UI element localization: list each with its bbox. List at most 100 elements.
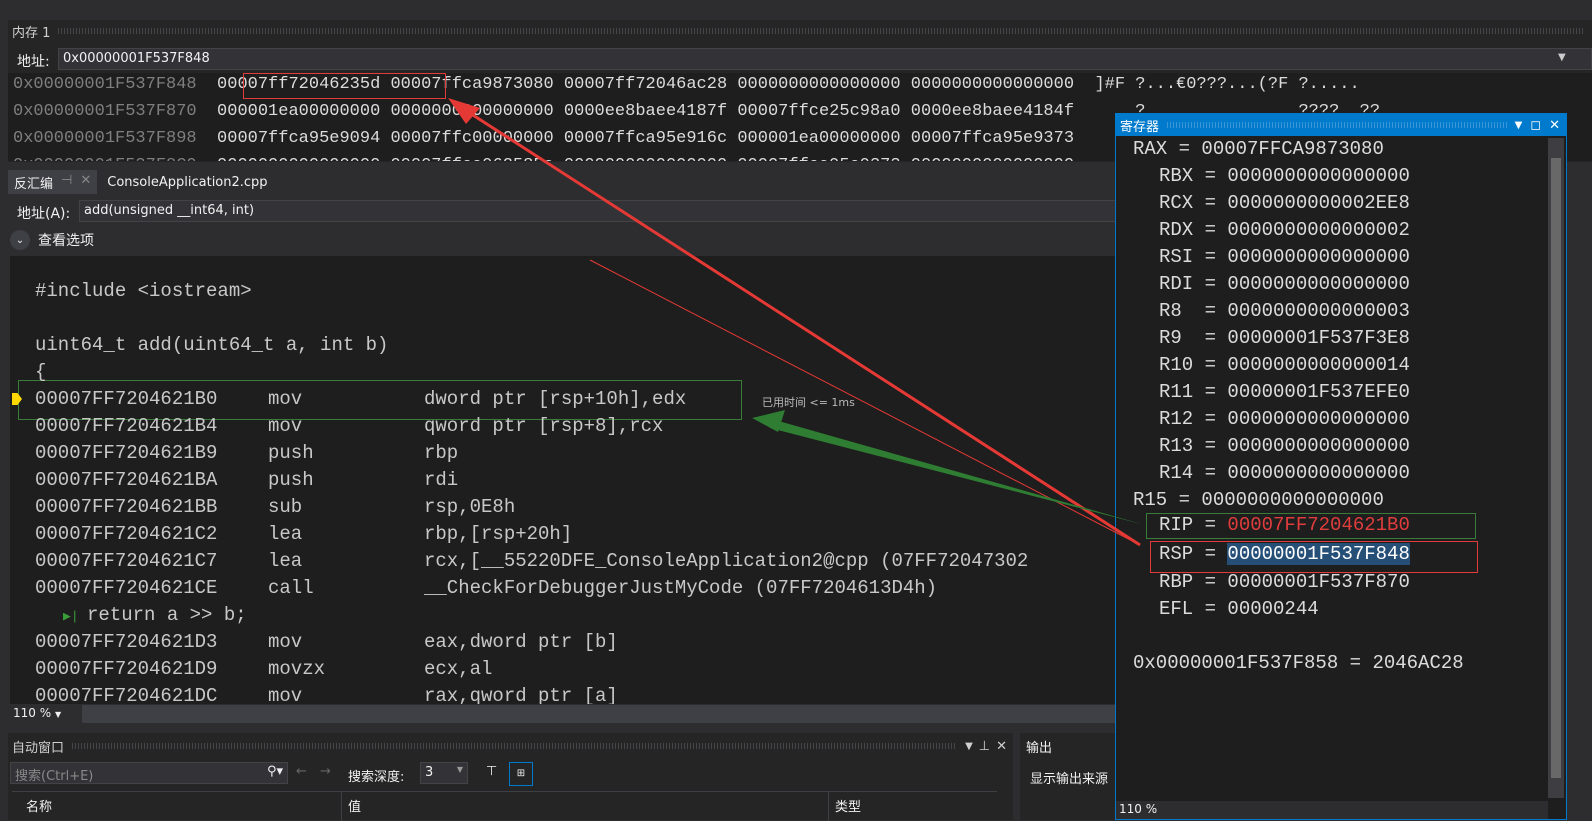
search-depth-label: 搜索深度: [348,770,405,785]
memory-row[interactable]: 0x00000001F537F848 00007ff72046235d 0000… [13,75,1360,102]
register-line: RDX = 0000000000000002 [1159,219,1410,241]
view-options-toggle[interactable]: ⌄ 查看选项 [10,230,94,250]
memory-value[interactable]: 0000ee8baee4184f [911,102,1074,121]
instruction-opcode: mov [268,685,303,704]
instruction-operands: ecx,al [424,658,493,680]
disassembly-code[interactable]: 已用时间 <= 1ms #include <iostream> uint64_t … [10,256,1115,704]
filter-icon[interactable]: ⊤ [486,764,497,779]
register-efl: EFL = 00000244 [1159,598,1319,620]
memory-value[interactable]: 0000000000000000 [217,156,380,161]
instruction-address: 00007FF7204621D9 [35,658,218,680]
output-source-label: 显示输出来源 [1030,772,1109,787]
maximize-icon[interactable]: ◻ [1530,118,1541,133]
register-line: R15 = 0000000000000000 [1133,489,1384,511]
search-depth-select[interactable]: 3 ▼ [420,762,468,784]
memory-value[interactable]: 00007ffca95e916c [564,129,727,148]
source-line: return a >> b; [87,604,247,626]
output-title: 输出 [1026,741,1053,756]
run-to-cursor-icon[interactable]: ▶| [63,609,79,624]
source-line: #include <iostream> [35,280,252,302]
instruction-operands: rbp [424,442,459,464]
registers-title: 寄存器 [1120,119,1160,135]
register-line: RAX = 00007FFCA9873080 [1133,138,1384,160]
memory-row-address: 0x00000001F537F8C0 [13,156,197,161]
memory-value[interactable]: 00007ffca95e9373 [737,156,900,161]
tab-source-file[interactable]: ConsoleApplication2.cpp [97,172,277,193]
autos-panel: 自动窗口 ▼ ⊥ ✕ 搜索(Ctrl+E) ⚲▾ ← → 搜索深度: 3 ▼ ⊤ ⊞ 名称… [8,733,1013,821]
memory-value[interactable]: 00007ffca95e9373 [911,129,1074,148]
memory-address-label: 地址: [17,54,50,70]
forward-arrow-icon[interactable]: → [320,764,331,779]
instruction-address: 00007FF7204621B0 [35,388,218,410]
memory-address-input[interactable]: 0x00000001F537F848 [58,48,1592,70]
memory-value[interactable]: 00007ffc00000000 [390,129,553,148]
elapsed-time: 已用时间 <= 1ms [762,396,855,409]
memory-value[interactable]: 00007ffca95e9094 [217,129,380,148]
search-icon[interactable]: ⚲▾ [267,764,283,779]
memory-value[interactable]: 0000000000000000 [737,75,900,94]
column-header-name[interactable]: 名称 [12,792,342,821]
memory-value[interactable]: 00007ff72046ac28 [564,75,727,94]
memory-value[interactable]: 000001ea00000000 [737,129,900,148]
memory-value[interactable]: 000001ea00000000 [217,102,380,121]
disasm-address-input[interactable]: add(unsigned __int64, int) [79,200,1119,222]
column-header-value[interactable]: 值 [342,792,829,821]
tab-icon[interactable]: ⊞ [509,762,533,786]
chevron-down-icon[interactable]: ▼ [965,741,973,752]
close-icon[interactable]: ✕ [996,739,1007,754]
instruction-opcode: push [268,442,314,464]
instruction-address: 00007FF7204621C2 [35,523,218,545]
close-icon[interactable]: ✕ [80,173,91,191]
memory-value[interactable]: 0000000000000000 [390,102,553,121]
memory-value[interactable]: 0000ee8baee4187f [564,102,727,121]
memory-value[interactable]: 0000000000000000 [911,156,1074,161]
instruction-operands: rdi [424,469,459,491]
instruction-address: 00007FF7204621BA [35,469,218,491]
register-line: R9 = 00000001F537F3E8 [1159,327,1410,349]
source-line: { [35,361,47,383]
instruction-opcode: mov [268,415,303,437]
close-icon[interactable]: ✕ [1549,118,1560,133]
instruction-operands: rsp,0E8h [424,496,516,518]
scrollbar[interactable] [1548,138,1564,798]
register-line: R13 = 0000000000000000 [1159,435,1410,457]
chevron-down-icon[interactable]: ▼ [1558,52,1566,63]
zoom-select[interactable]: 110 % [1116,801,1548,819]
memory-value[interactable]: 0000000000000000 [911,75,1074,94]
instruction-operands: rax,qword ptr [a] [424,685,618,704]
pin-icon[interactable]: ⊣ [61,173,72,191]
register-line: R8 = 0000000000000003 [1159,300,1410,322]
memory-title: 内存 1 [12,25,51,41]
instruction-address: 00007FF7204621B9 [35,442,218,464]
instruction-opcode: lea [268,550,303,572]
autos-title: 自动窗口 [12,740,65,756]
drag-handle[interactable] [58,28,1584,34]
instruction-address: 00007FF7204621BB [35,496,218,518]
output-panel: 输出 显示输出来源 [1020,733,1116,820]
memory-value[interactable]: 0000000000000000 [564,156,727,161]
back-arrow-icon[interactable]: ← [296,764,307,779]
instruction-operands: qword ptr [rsp+8],rcx [424,415,664,437]
memory-row[interactable]: 0x00000001F537F898 00007ffca95e9094 0000… [13,129,1094,156]
instruction-opcode: call [268,577,314,599]
register-rbp: RBP = 00000001F537F870 [1159,571,1410,593]
chevron-down-icon[interactable]: ▼ [1515,120,1523,131]
instruction-operands: dword ptr [rsp+10h],edx [424,388,687,410]
column-header-type[interactable]: 类型 [829,792,867,821]
instruction-opcode: sub [268,496,303,518]
memory-value[interactable]: 00007ffce25c98a0 [737,102,900,121]
instruction-operands: __CheckForDebuggerJustMyCode (07FF720461… [424,577,938,599]
memory-row[interactable]: 0x00000001F537F8C0 0000000000000000 0000… [13,156,1094,161]
pin-icon[interactable]: ⊥ [979,739,990,754]
register-line: R10 = 0000000000000014 [1159,354,1410,376]
register-rsp[interactable]: RSP = 00000001F537F848 [1159,543,1410,565]
zoom-select[interactable]: 110 % ▼ [10,705,82,723]
instruction-operands: rbp,[rsp+20h] [424,523,573,545]
memory-row-address: 0x00000001F537F898 [13,129,197,148]
instruction-operands: rcx,[__55220DFE_ConsoleApplication2@cpp … [424,550,1029,572]
register-line: R12 = 0000000000000000 [1159,408,1410,430]
instruction-address: 00007FF7204621D3 [35,631,218,653]
memory-value[interactable]: 00007ffca962585e [390,156,553,161]
tab-disassembly[interactable]: 反汇编 ⊣ ✕ [8,170,98,194]
autos-search-input[interactable]: 搜索(Ctrl+E) ⚲▾ [10,762,288,784]
